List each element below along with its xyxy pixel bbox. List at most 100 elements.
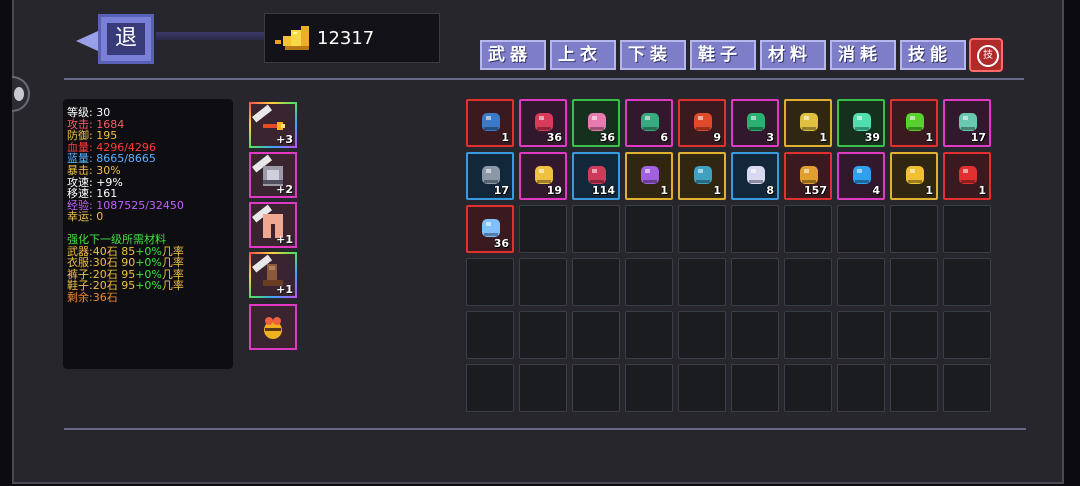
tab-top[interactable]: 上衣 xyxy=(550,40,616,70)
empty-slot[interactable] xyxy=(519,311,567,359)
item-count: 19 xyxy=(546,184,562,197)
inventory-item[interactable]: 1 xyxy=(890,99,938,147)
empty-slot[interactable] xyxy=(890,258,938,306)
shoes-slot[interactable]: +1 xyxy=(249,252,297,298)
empty-slot[interactable] xyxy=(625,258,673,306)
character-stats-panel: 等级: 30 攻击: 1684 防御: 195 血量: 4296/4296 蓝量… xyxy=(63,99,233,369)
empty-slot[interactable] xyxy=(678,205,726,253)
empty-slot[interactable] xyxy=(519,205,567,253)
bee-pet-icon xyxy=(264,317,282,339)
empty-slot[interactable] xyxy=(943,258,991,306)
empty-slot[interactable] xyxy=(943,364,991,412)
stat-crit: 暴击: 30% xyxy=(67,163,121,177)
tab-weapon[interactable]: 武器 xyxy=(480,40,546,70)
empty-slot[interactable] xyxy=(784,205,832,253)
armor-slot[interactable]: +2 xyxy=(249,152,297,198)
inventory-item[interactable]: 4 xyxy=(837,152,885,200)
empty-slot[interactable] xyxy=(837,205,885,253)
item-count: 1 xyxy=(925,131,933,144)
empty-slot[interactable] xyxy=(837,258,885,306)
gold-coins-icon xyxy=(275,26,309,50)
item-count: 1 xyxy=(925,184,933,197)
empty-slot[interactable] xyxy=(784,311,832,359)
tab-bottom[interactable]: 下装 xyxy=(620,40,686,70)
empty-slot[interactable] xyxy=(678,311,726,359)
equip-level: +1 xyxy=(276,283,293,296)
tab-consumables[interactable]: 消耗 xyxy=(830,40,896,70)
inventory-item[interactable]: 3 xyxy=(731,99,779,147)
upgrade-remaining: 剩余:36石 xyxy=(67,290,118,304)
tab-skills[interactable]: 技能 xyxy=(900,40,966,70)
equip-level: +1 xyxy=(276,233,293,246)
empty-slot[interactable] xyxy=(572,205,620,253)
arrow-left-icon xyxy=(76,31,98,51)
inventory-grid: 1 36 36 6 9 3 1 39 1 17 17 19 114 1 1 8 157 4 1 1 36 xyxy=(466,99,991,412)
item-count: 36 xyxy=(546,131,562,144)
equip-level: +2 xyxy=(276,183,293,196)
empty-slot[interactable] xyxy=(731,364,779,412)
empty-slot[interactable] xyxy=(731,205,779,253)
empty-slot[interactable] xyxy=(678,258,726,306)
empty-slot[interactable] xyxy=(466,258,514,306)
empty-slot[interactable] xyxy=(784,258,832,306)
inventory-item[interactable]: 8 xyxy=(731,152,779,200)
item-count: 1 xyxy=(501,131,509,144)
inventory-item[interactable]: 17 xyxy=(466,152,514,200)
item-count: 114 xyxy=(592,184,615,197)
inventory-item[interactable]: 36 xyxy=(572,99,620,147)
empty-slot[interactable] xyxy=(678,364,726,412)
pants-slot[interactable]: +1 xyxy=(249,202,297,248)
item-count: 39 xyxy=(864,131,880,144)
empty-slot[interactable] xyxy=(572,364,620,412)
empty-slot[interactable] xyxy=(731,258,779,306)
empty-slot[interactable] xyxy=(943,205,991,253)
item-count: 8 xyxy=(766,184,774,197)
empty-slot[interactable] xyxy=(466,311,514,359)
side-menu-handle[interactable] xyxy=(12,76,30,112)
empty-slot[interactable] xyxy=(890,311,938,359)
item-count: 1 xyxy=(819,131,827,144)
tab-materials[interactable]: 材料 xyxy=(760,40,826,70)
inventory-item[interactable]: 1 xyxy=(890,152,938,200)
empty-slot[interactable] xyxy=(731,311,779,359)
empty-slot[interactable] xyxy=(519,364,567,412)
empty-slot[interactable] xyxy=(784,364,832,412)
inventory-item[interactable]: 9 xyxy=(678,99,726,147)
stat-level: 等级: 30 xyxy=(67,106,111,119)
empty-slot[interactable] xyxy=(890,364,938,412)
empty-slot[interactable] xyxy=(943,311,991,359)
equip-level: +3 xyxy=(276,133,293,146)
inventory-item[interactable]: 36 xyxy=(466,205,514,253)
empty-slot[interactable] xyxy=(572,258,620,306)
stat-luck: 幸运: 0 xyxy=(67,210,104,224)
skill-book-button[interactable]: 技 xyxy=(969,38,1003,72)
inventory-item[interactable]: 1 xyxy=(678,152,726,200)
empty-slot[interactable] xyxy=(519,258,567,306)
empty-slot[interactable] xyxy=(837,311,885,359)
inventory-item[interactable]: 1 xyxy=(466,99,514,147)
inventory-item[interactable]: 1 xyxy=(784,99,832,147)
empty-slot[interactable] xyxy=(625,205,673,253)
empty-slot[interactable] xyxy=(625,364,673,412)
weapon-slot[interactable]: +3 xyxy=(249,102,297,148)
inventory-item[interactable]: 17 xyxy=(943,99,991,147)
inventory-item[interactable]: 157 xyxy=(784,152,832,200)
pet-slot[interactable] xyxy=(249,304,297,350)
empty-slot[interactable] xyxy=(572,311,620,359)
inventory-item[interactable]: 36 xyxy=(519,99,567,147)
inventory-item[interactable]: 39 xyxy=(837,99,885,147)
empty-slot[interactable] xyxy=(890,205,938,253)
tab-shoes[interactable]: 鞋子 xyxy=(690,40,756,70)
empty-slot[interactable] xyxy=(466,364,514,412)
item-count: 9 xyxy=(713,131,721,144)
inventory-item[interactable]: 19 xyxy=(519,152,567,200)
circle-icon xyxy=(14,87,24,101)
inventory-item[interactable]: 1 xyxy=(943,152,991,200)
inventory-item[interactable]: 114 xyxy=(572,152,620,200)
inventory-item[interactable]: 1 xyxy=(625,152,673,200)
item-count: 17 xyxy=(493,184,509,197)
empty-slot[interactable] xyxy=(837,364,885,412)
empty-slot[interactable] xyxy=(625,311,673,359)
inventory-item[interactable]: 6 xyxy=(625,99,673,147)
back-button[interactable]: 退 xyxy=(76,14,156,68)
